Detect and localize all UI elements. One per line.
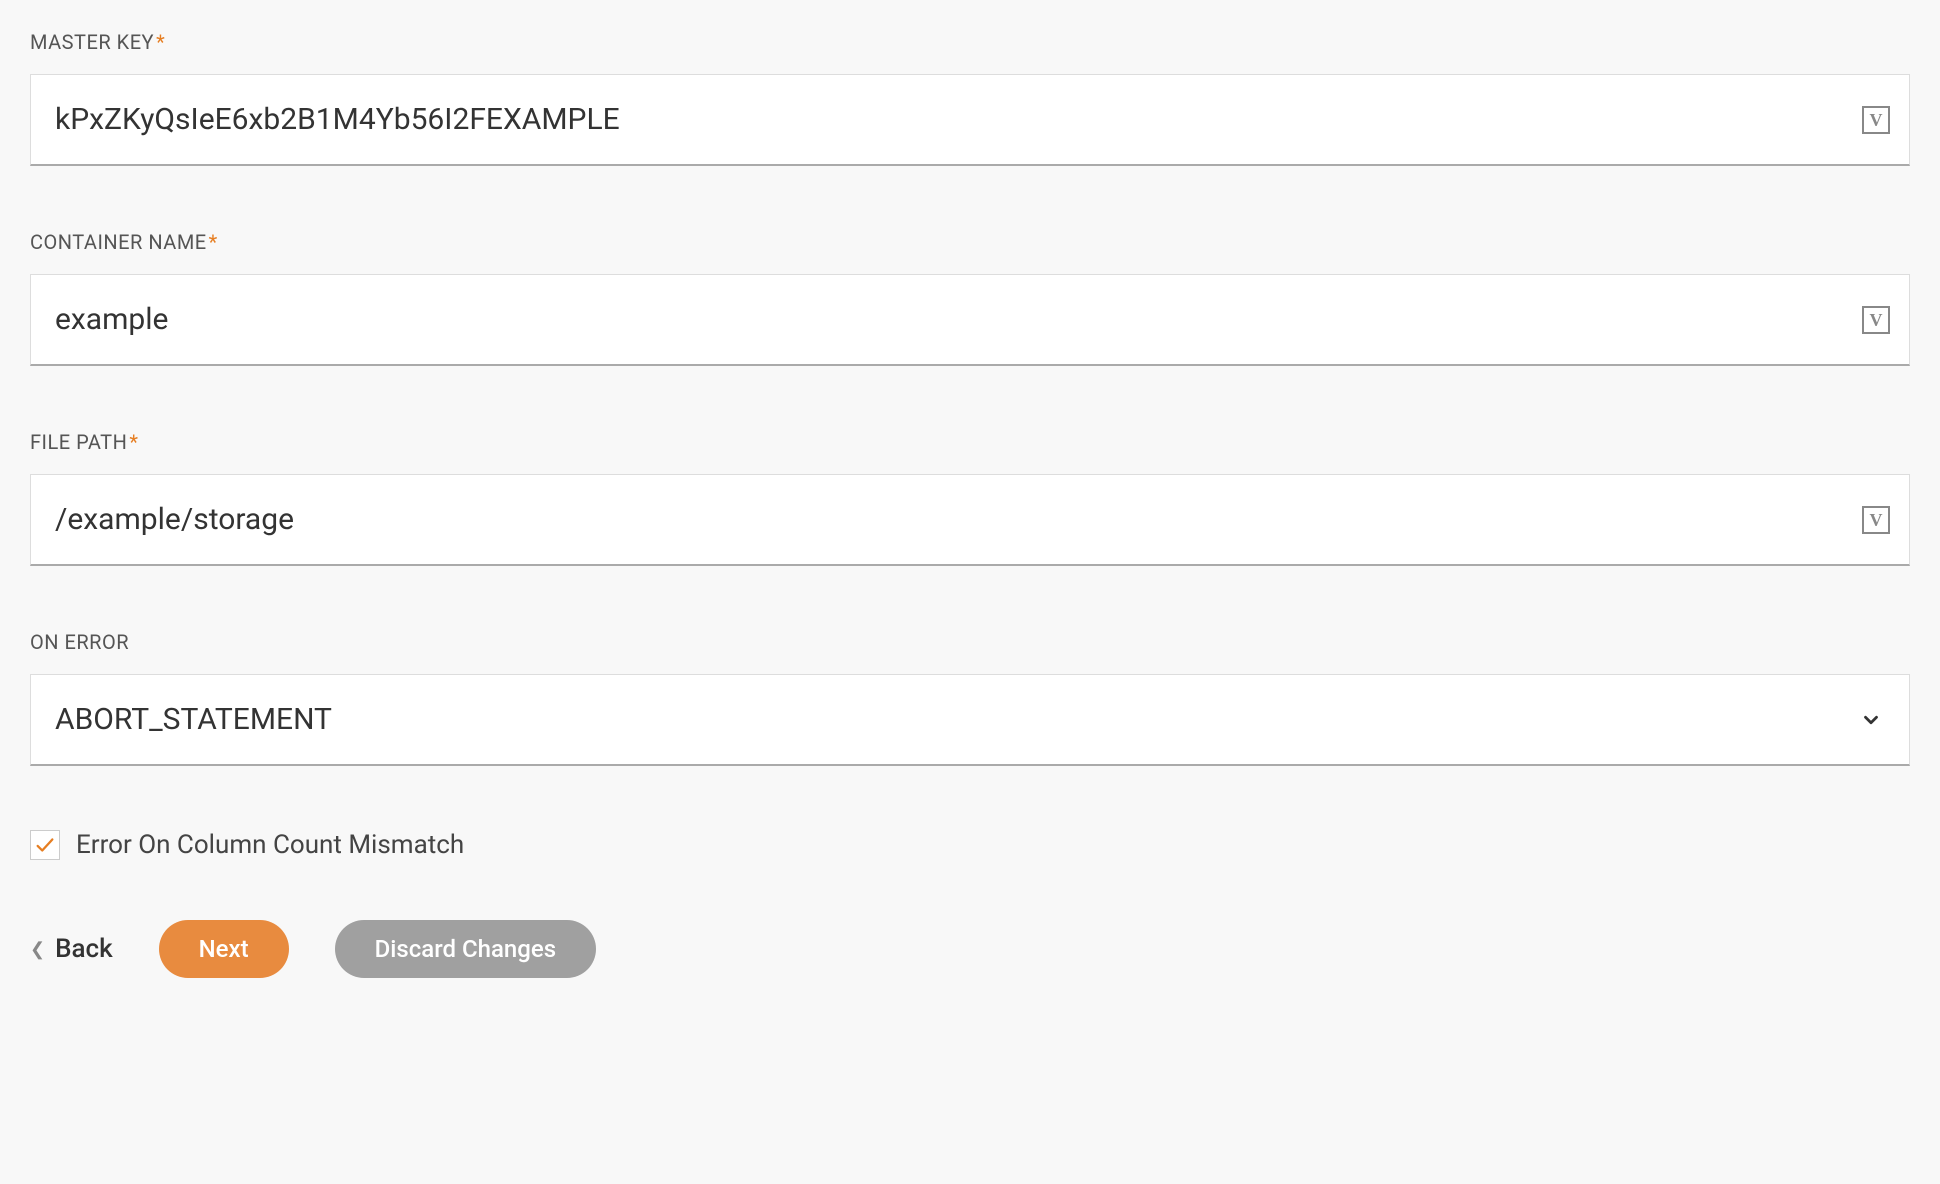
checkbox-row-error-mismatch: Error On Column Count Mismatch <box>30 830 1910 860</box>
form-group-master-key: MASTER KEY* V <box>30 30 1910 166</box>
master-key-input[interactable] <box>30 74 1910 166</box>
file-path-input-wrapper: V <box>30 474 1910 566</box>
back-label: Back <box>55 934 113 964</box>
container-name-label: CONTAINER NAME* <box>30 230 1910 254</box>
button-row: ❮ Back Next Discard Changes <box>30 920 1910 978</box>
form-group-on-error: ON ERROR ABORT_STATEMENT <box>30 630 1910 766</box>
chevron-left-icon: ❮ <box>30 939 45 960</box>
on-error-select-wrapper: ABORT_STATEMENT <box>30 674 1910 766</box>
form-group-file-path: FILE PATH* V <box>30 430 1910 566</box>
variable-icon[interactable]: V <box>1862 506 1890 534</box>
required-asterisk: * <box>209 230 218 254</box>
container-name-input[interactable] <box>30 274 1910 366</box>
file-path-input[interactable] <box>30 474 1910 566</box>
master-key-label-text: MASTER KEY <box>30 30 154 54</box>
file-path-label-text: FILE PATH <box>30 430 127 454</box>
variable-icon[interactable]: V <box>1862 306 1890 334</box>
container-name-label-text: CONTAINER NAME <box>30 230 207 254</box>
on-error-value: ABORT_STATEMENT <box>55 702 332 737</box>
back-button[interactable]: ❮ Back <box>30 934 113 964</box>
master-key-label: MASTER KEY* <box>30 30 1910 54</box>
required-asterisk: * <box>129 430 138 454</box>
discard-button[interactable]: Discard Changes <box>335 920 596 978</box>
master-key-input-wrapper: V <box>30 74 1910 166</box>
variable-icon[interactable]: V <box>1862 106 1890 134</box>
error-mismatch-label: Error On Column Count Mismatch <box>76 830 464 860</box>
file-path-label: FILE PATH* <box>30 430 1910 454</box>
error-mismatch-checkbox[interactable] <box>30 830 60 860</box>
on-error-label: ON ERROR <box>30 630 1910 654</box>
on-error-select[interactable]: ABORT_STATEMENT <box>30 674 1910 766</box>
form-group-container-name: CONTAINER NAME* V <box>30 230 1910 366</box>
container-name-input-wrapper: V <box>30 274 1910 366</box>
next-button[interactable]: Next <box>159 920 289 978</box>
on-error-label-text: ON ERROR <box>30 630 129 654</box>
required-asterisk: * <box>156 30 165 54</box>
